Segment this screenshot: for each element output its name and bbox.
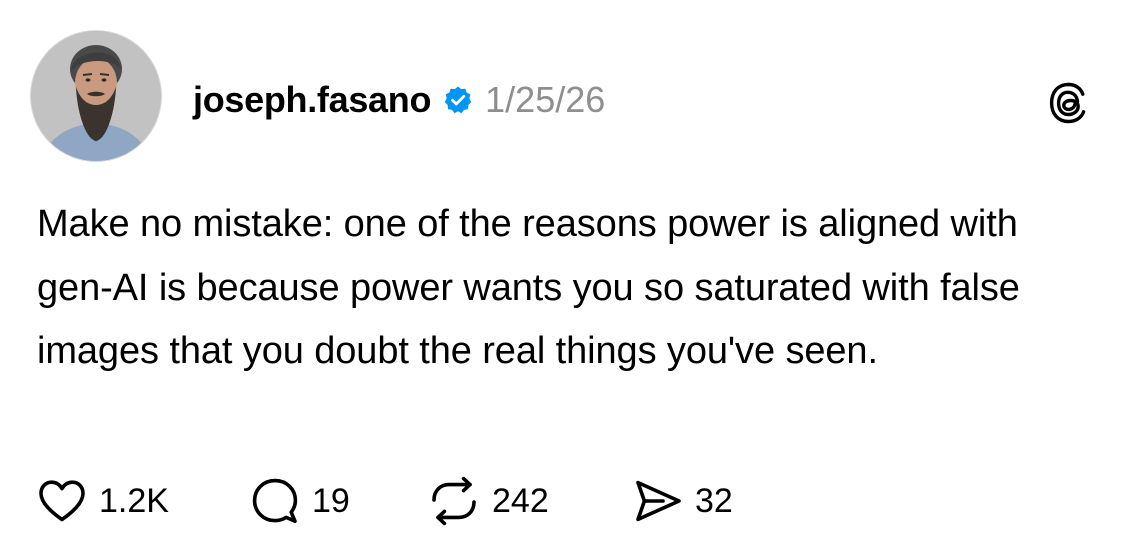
repost-button[interactable]: 242 (428, 476, 633, 526)
paper-plane-icon (633, 477, 683, 525)
verified-badge-icon (443, 85, 473, 115)
like-count: 1.2K (99, 481, 169, 520)
post-body-text: Make no mistake: one of the reasons powe… (37, 203, 1020, 372)
repost-count: 242 (492, 481, 549, 520)
username[interactable]: joseph.fasano (193, 79, 431, 121)
avatar[interactable] (31, 31, 161, 161)
heart-icon (37, 478, 87, 524)
share-button[interactable]: 32 (633, 477, 733, 525)
repost-arrows-icon (428, 476, 480, 526)
post-header: joseph.fasano 1/25/26 (193, 76, 605, 124)
threads-logo-icon[interactable] (1049, 82, 1087, 124)
avatar-photo (31, 31, 161, 161)
reply-button[interactable]: 19 (250, 476, 428, 526)
like-button[interactable]: 1.2K (37, 478, 250, 524)
reply-count: 19 (312, 481, 350, 520)
action-bar: 1.2K 19 242 32 (37, 474, 733, 528)
post-timestamp[interactable]: 1/25/26 (485, 79, 605, 121)
share-count: 32 (695, 481, 733, 520)
threads-post: joseph.fasano 1/25/26 Make no mistake: o… (0, 0, 1125, 558)
speech-bubble-icon (250, 476, 300, 526)
